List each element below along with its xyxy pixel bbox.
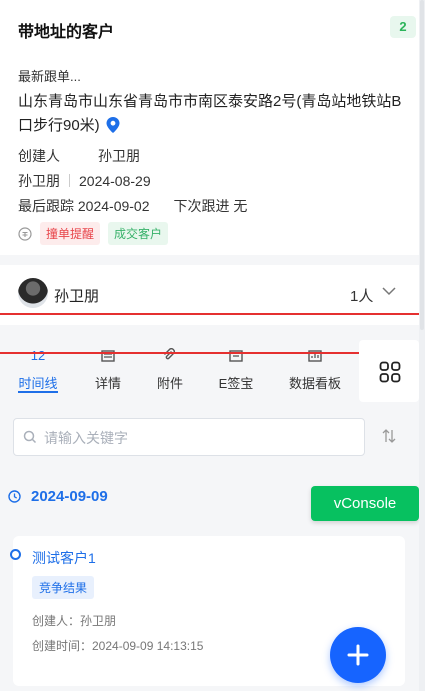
search-icon <box>23 430 37 444</box>
member-count: 1人 <box>350 288 374 305</box>
creator-label: 创建人 <box>18 148 60 164</box>
timeline-count: 12 <box>30 348 46 363</box>
search-input[interactable] <box>42 419 356 457</box>
add-button[interactable] <box>330 627 386 683</box>
annotation-line-top <box>0 313 425 315</box>
record-created-time: 创建时间：2024-09-09 14:13:15 <box>32 639 204 653</box>
address-text: 山东青岛市山东省青岛市市南区泰安路2号(青岛站地铁站B口步行90米) <box>18 93 402 134</box>
next-follow-value: 无 <box>233 198 248 214</box>
tag-list: 撞单提醒 成交客户 <box>18 222 169 245</box>
grid-menu-button[interactable] <box>359 340 419 402</box>
active-tab-indicator <box>18 391 58 393</box>
tab-attachments-label: 附件 <box>156 376 183 391</box>
tag-deal-customer: 成交客户 <box>108 222 169 245</box>
record-creator: 创建人：孙卫朋 <box>32 614 117 628</box>
tab-dashboard-label: 数据看板 <box>288 376 341 391</box>
next-follow-label: 下次跟进 <box>173 198 230 214</box>
tab-bar: 12 时间线 详情 附件 E签宝 数据看板 <box>0 340 355 400</box>
scrollbar-thumb[interactable] <box>420 0 424 330</box>
timeline-date-row: 2024-09-09 <box>8 488 108 505</box>
tag-shield-icon <box>18 226 32 241</box>
avatar <box>18 278 48 308</box>
customer-card: 带地址的客户 2 最新跟单... 山东青岛市山东省青岛市市南区泰安路2号(青岛站… <box>0 0 419 255</box>
owner-date-row: 孙卫朋 2024-08-29 <box>18 171 151 191</box>
tab-details-label: 详情 <box>94 376 121 391</box>
tab-esign-label: E签宝 <box>218 376 254 391</box>
customer-address[interactable]: 山东青岛市山东省青岛市市南区泰安路2号(青岛站地铁站B口步行90米) <box>18 90 408 138</box>
section-divider <box>0 255 425 265</box>
latest-follow-preview[interactable]: 最新跟单... <box>18 66 81 85</box>
vconsole-button[interactable]: vConsole <box>311 486 419 521</box>
paperclip-icon <box>164 348 175 360</box>
tab-timeline-label: 时间线 <box>18 376 58 391</box>
plus-icon <box>347 644 369 666</box>
sort-icon[interactable] <box>381 428 397 444</box>
divider <box>69 174 70 187</box>
created-date: 2024-08-29 <box>79 173 151 189</box>
owner-name: 孙卫朋 <box>18 173 60 189</box>
page-title: 带地址的客户 <box>18 24 115 41</box>
creator-name: 孙卫朋 <box>98 148 140 164</box>
team-member-row[interactable]: 孙卫朋 1人 <box>0 265 419 325</box>
chevron-down-icon[interactable] <box>382 287 396 296</box>
grid-icon <box>379 361 401 383</box>
count-badge: 2 <box>390 16 416 38</box>
creator-row: 创建人 孙卫朋 <box>18 146 140 166</box>
location-pin-icon[interactable] <box>106 117 120 133</box>
tag-collision-alert: 撞单提醒 <box>40 222 101 245</box>
last-follow-label: 最后跟踪 <box>18 198 74 214</box>
team-owner-name: 孙卫朋 <box>54 288 100 305</box>
last-follow-date: 2024-09-02 <box>77 198 150 214</box>
follow-row: 最后跟踪 2024-09-02 下次跟进 无 <box>18 196 247 216</box>
search-box[interactable] <box>13 418 365 457</box>
record-title[interactable]: 测试客户1 <box>32 548 96 568</box>
timeline-date: 2024-09-09 <box>31 488 108 505</box>
record-tag: 竞争结果 <box>32 576 95 599</box>
timeline-dot <box>10 549 21 560</box>
clock-icon <box>8 490 21 503</box>
